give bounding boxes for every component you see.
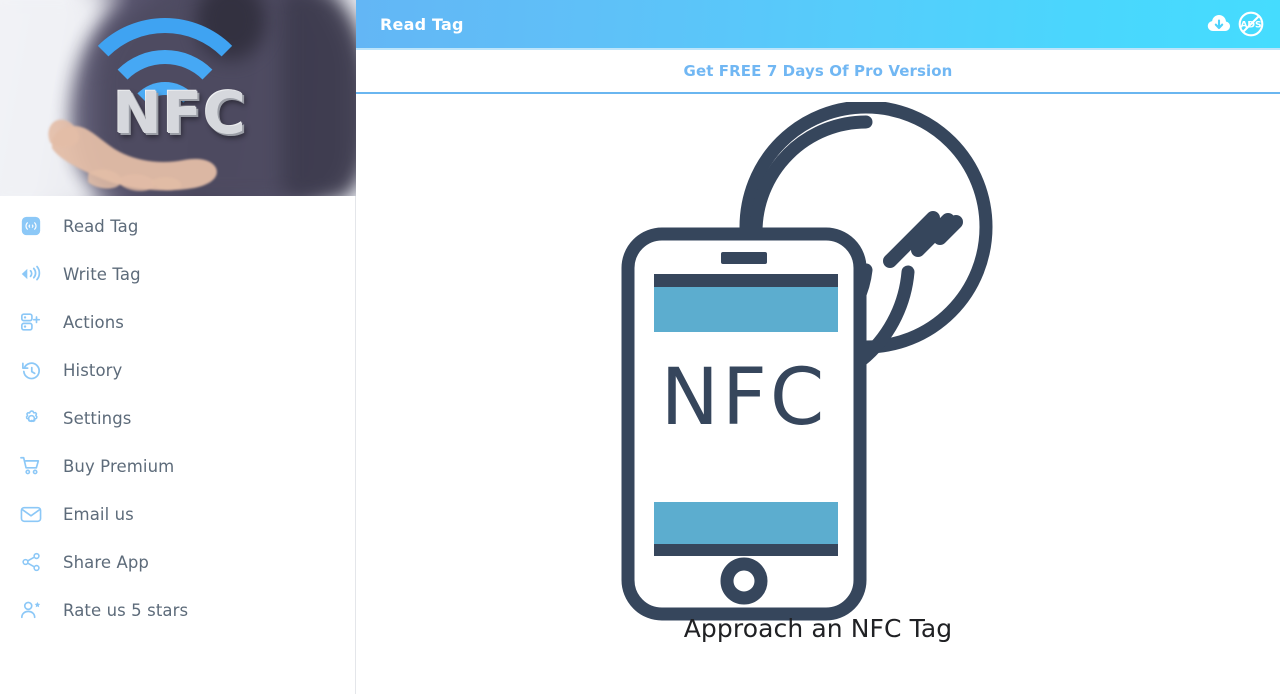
sidebar-item-label: Read Tag	[63, 216, 139, 236]
sidebar-item-actions[interactable]: Actions	[0, 298, 355, 346]
sidebar-item-buy-premium[interactable]: Buy Premium	[0, 442, 355, 490]
sidebar-item-rate-us[interactable]: Rate us 5 stars	[0, 586, 355, 634]
sidebar-item-label: Share App	[63, 552, 149, 572]
drawer-menu-list: Read Tag Write Tag Actions History Setti…	[0, 196, 355, 634]
gear-icon	[16, 405, 46, 431]
sidebar-item-settings[interactable]: Settings	[0, 394, 355, 442]
sidebar-item-label: Rate us 5 stars	[63, 600, 189, 620]
actions-list-plus-icon	[16, 309, 46, 335]
drawer-header-image: NFC	[0, 0, 356, 196]
no-ads-icon[interactable]: ADS	[1236, 9, 1266, 39]
nfc-logo-text: NFC	[113, 79, 247, 147]
main-content: Read Tag ADS Get FREE 7 Days Of Pro Vers…	[356, 0, 1280, 694]
app-root: NFC Read Tag Write Tag Actions History S…	[0, 0, 1280, 694]
navigation-drawer: NFC Read Tag Write Tag Actions History S…	[0, 0, 356, 694]
sidebar-item-share-app[interactable]: Share App	[0, 538, 355, 586]
user-star-icon	[16, 597, 46, 623]
sidebar-item-history[interactable]: History	[0, 346, 355, 394]
sidebar-item-label: Buy Premium	[63, 456, 175, 476]
sidebar-item-label: Write Tag	[63, 264, 141, 284]
history-clock-icon	[16, 357, 46, 383]
instruction-caption: Approach an NFC Tag	[683, 614, 953, 643]
phone-screen-nfc-text: NFC	[661, 353, 828, 443]
sidebar-item-label: Email us	[63, 504, 134, 524]
sidebar-item-label: Settings	[63, 408, 132, 428]
sidebar-item-write-tag[interactable]: Write Tag	[0, 250, 355, 298]
app-toolbar: Read Tag ADS	[356, 0, 1280, 48]
phone-tapping-nfc-tag-illustration: NFC	[621, 102, 993, 621]
read-tag-content: NFC Approach an NFC Tag	[356, 94, 1280, 694]
page-title: Read Tag	[380, 14, 464, 34]
promo-banner-label: Get FREE 7 Days Of Pro Version	[683, 62, 953, 80]
sidebar-item-email-us[interactable]: Email us	[0, 490, 355, 538]
nfc-broadcast-write-icon	[16, 261, 46, 287]
share-nodes-icon	[16, 549, 46, 575]
sidebar-item-label: History	[63, 360, 123, 380]
cloud-download-icon[interactable]	[1204, 9, 1234, 39]
nfc-tag-read-icon	[16, 213, 46, 239]
envelope-icon	[16, 501, 46, 527]
promo-banner[interactable]: Get FREE 7 Days Of Pro Version	[356, 50, 1280, 94]
nfc-wifi-logo: NFC	[58, 8, 298, 158]
shopping-cart-icon	[16, 453, 46, 479]
sidebar-item-read-tag[interactable]: Read Tag	[0, 202, 355, 250]
sidebar-item-label: Actions	[63, 312, 124, 332]
